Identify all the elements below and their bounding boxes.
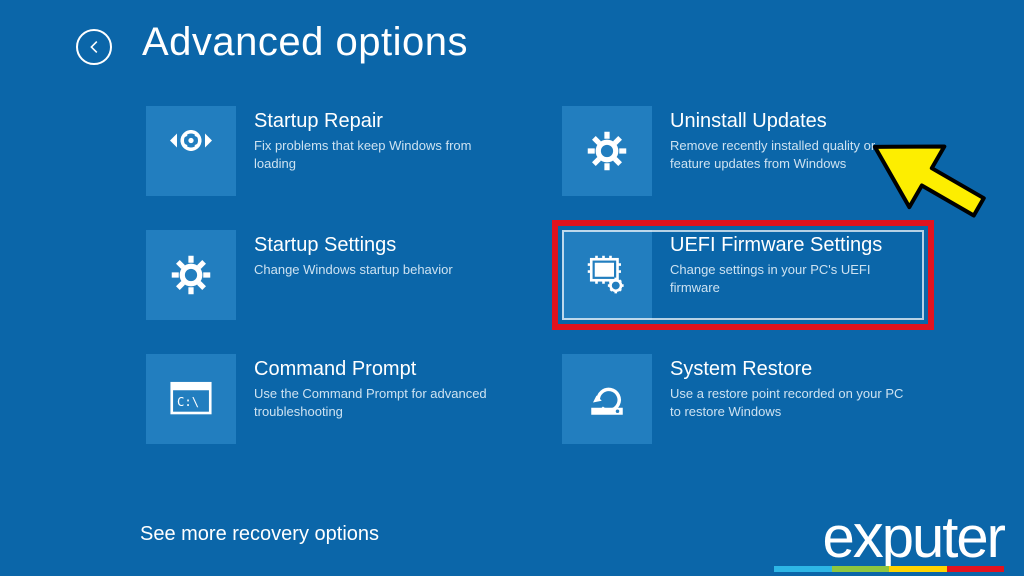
watermark-logo-underline xyxy=(774,566,1004,572)
tile-command-prompt[interactable]: C:\ Command Prompt Use the Command Promp… xyxy=(140,348,514,450)
tile-title: Uninstall Updates xyxy=(670,110,910,133)
tile-desc: Use the Command Prompt for advanced trou… xyxy=(254,385,494,420)
svg-text:C:\: C:\ xyxy=(177,395,199,409)
logo-text-rest: puter xyxy=(882,505,1004,570)
tile-system-restore[interactable]: System Restore Use a restore point recor… xyxy=(556,348,930,450)
tile-title: Startup Repair xyxy=(254,110,494,133)
tile-title: UEFI Firmware Settings xyxy=(670,234,910,257)
tile-startup-repair[interactable]: Startup Repair Fix problems that keep Wi… xyxy=(140,100,514,202)
tile-startup-settings[interactable]: Startup Settings Change Windows startup … xyxy=(140,224,514,326)
tile-desc: Fix problems that keep Windows from load… xyxy=(254,137,494,172)
page-title: Advanced options xyxy=(142,20,468,65)
tile-uefi-firmware-settings[interactable]: UEFI Firmware Settings Change settings i… xyxy=(556,224,930,326)
tile-desc: Change settings in your PC's UEFI firmwa… xyxy=(670,261,910,296)
watermark-logo: exputer xyxy=(823,506,1004,568)
options-grid: Startup Repair Fix problems that keep Wi… xyxy=(140,100,930,450)
gear-icon xyxy=(562,106,652,196)
tile-uninstall-updates[interactable]: Uninstall Updates Remove recently instal… xyxy=(556,100,930,202)
see-more-recovery-options-link[interactable]: See more recovery options xyxy=(140,523,379,546)
tile-title: System Restore xyxy=(670,358,910,381)
firmware-chip-icon xyxy=(562,230,652,320)
back-button[interactable] xyxy=(76,29,112,65)
tile-desc: Use a restore point recorded on your PC … xyxy=(670,385,910,420)
tile-title: Startup Settings xyxy=(254,234,453,257)
tile-desc: Remove recently installed quality or fea… xyxy=(670,137,910,172)
startup-repair-icon xyxy=(146,106,236,196)
tile-title: Command Prompt xyxy=(254,358,494,381)
tile-desc: Change Windows startup behavior xyxy=(254,261,453,279)
arrow-left-icon xyxy=(85,38,103,56)
restore-icon xyxy=(562,354,652,444)
gear-icon xyxy=(146,230,236,320)
command-prompt-icon: C:\ xyxy=(146,354,236,444)
